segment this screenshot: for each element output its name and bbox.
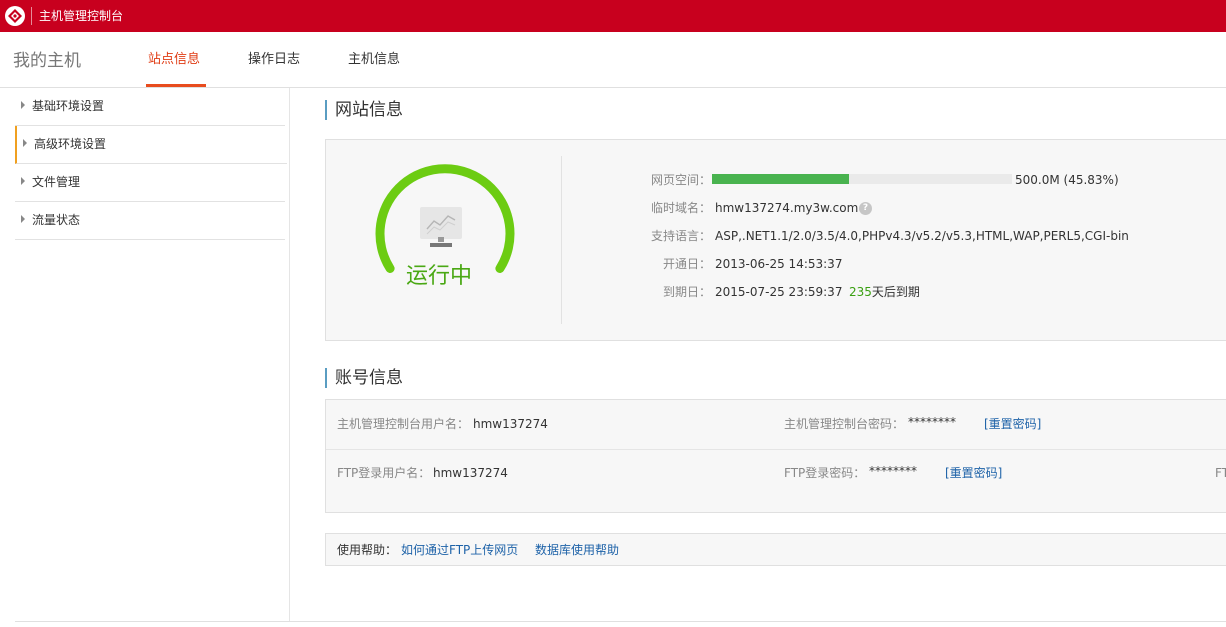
top-bar-divider <box>31 7 32 25</box>
caret-right-icon <box>21 101 25 109</box>
main-nav: 我的主机 站点信息 操作日志 主机信息 <box>0 32 1226 88</box>
brand-logo-icon[interactable] <box>5 6 25 26</box>
domain-value: hmw137274.my3w.com <box>715 201 859 215</box>
top-bar: 主机管理控制台 <box>0 0 1226 32</box>
run-status: 运行中 <box>406 264 473 289</box>
help-link-ftp-upload[interactable]: 如何通过FTP上传网页 <box>401 543 518 557</box>
caret-right-icon <box>21 215 25 223</box>
row-divider <box>326 449 1226 450</box>
sidebar-item-label: 高级环境设置 <box>34 137 107 151</box>
open-date-label: 开通日： <box>662 257 711 271</box>
account-info-panel: 主机管理控制台用户名： hmw137274 主机管理控制台密码： *******… <box>325 399 1226 513</box>
active-tab-indicator <box>146 84 206 87</box>
sidebar-item-label: 文件管理 <box>32 175 81 189</box>
caret-right-icon <box>21 177 25 185</box>
account-info-title: 账号信息 <box>325 368 403 388</box>
space-progress-fill <box>712 174 850 184</box>
sidebar-item-traffic[interactable]: 流量状态 <box>15 202 285 240</box>
site-info-title: 网站信息 <box>325 100 403 120</box>
caret-right-icon <box>23 139 27 147</box>
space-label: 网页空间： <box>650 173 711 187</box>
reset-console-password-link[interactable]: [重置密码] <box>984 417 1041 431</box>
reset-ftp-password-link[interactable]: [重置密码] <box>945 466 1002 480</box>
expire-date-value: 2015-07-25 23:59:37 <box>715 285 843 299</box>
console-user-value: hmw137274 <box>473 417 548 431</box>
console-password-label: 主机管理控制台密码： <box>784 417 905 431</box>
languages-value: ASP,.NET1.1/2.0/3.5/4.0,PHPv4.3/v5.2/v5.… <box>715 229 1129 243</box>
days-remaining: 235天后到期 <box>849 285 920 299</box>
open-date-value: 2013-06-25 14:53:37 <box>715 257 843 271</box>
monitor-chart-icon <box>420 207 462 249</box>
sidebar-item-basic-env[interactable]: 基础环境设置 <box>15 88 285 126</box>
bottom-divider <box>15 621 1226 622</box>
panel-divider <box>561 156 562 324</box>
app-title: 主机管理控制台 <box>39 9 124 23</box>
sidebar-item-advanced-env[interactable]: 高级环境设置 <box>15 126 287 164</box>
sidebar-item-file-manager[interactable]: 文件管理 <box>15 164 285 202</box>
console-user-label: 主机管理控制台用户名： <box>337 417 470 431</box>
space-value: 500.0M (45.83%) <box>1015 173 1119 187</box>
page-heading: 我的主机 <box>13 51 81 71</box>
expire-date-label: 到期日： <box>662 285 711 299</box>
space-progress-bar <box>712 174 1012 184</box>
sidebar-item-label: 流量状态 <box>32 213 81 227</box>
days-suffix: 天后到期 <box>871 285 920 299</box>
tab-operation-log[interactable]: 操作日志 <box>248 52 300 68</box>
sidebar-item-label: 基础环境设置 <box>32 99 105 113</box>
truncated-label: FT <box>1215 466 1226 480</box>
languages-label: 支持语言： <box>650 229 711 243</box>
domain-label: 临时域名： <box>650 201 711 215</box>
help-label: 使用帮助： <box>337 543 398 557</box>
help-bar: 使用帮助： 如何通过FTP上传网页 数据库使用帮助 <box>325 533 1226 566</box>
tab-host-info[interactable]: 主机信息 <box>348 52 400 68</box>
ftp-password-value: ******** <box>869 464 917 478</box>
help-icon[interactable]: ? <box>859 202 872 215</box>
site-info-panel: 运行中 网页空间： 500.0M (45.83%) 临时域名： hmw13727… <box>325 139 1226 341</box>
ftp-user-value: hmw137274 <box>433 466 508 480</box>
ftp-user-label: FTP登录用户名： <box>337 466 431 480</box>
ftp-password-label: FTP登录密码： <box>784 466 866 480</box>
days-count: 235 <box>849 285 872 299</box>
sidebar: 基础环境设置 高级环境设置 文件管理 流量状态 <box>0 88 290 621</box>
console-password-value: ******** <box>908 415 956 429</box>
tab-site-info[interactable]: 站点信息 <box>148 52 200 68</box>
help-link-database[interactable]: 数据库使用帮助 <box>535 543 619 557</box>
